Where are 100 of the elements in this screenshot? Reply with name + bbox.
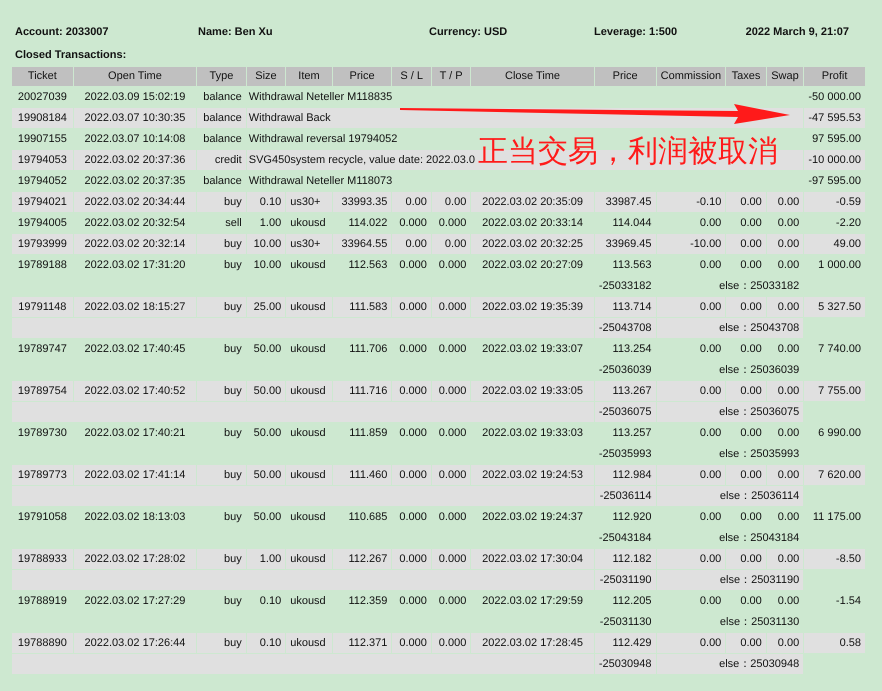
column-header: Item	[286, 67, 332, 86]
table-cell: -0.59	[836, 196, 861, 208]
column-header: Taxes	[726, 67, 766, 86]
table-cell: 0.00	[444, 196, 466, 208]
table-cell: 2022.03.02 20:32:14	[84, 238, 186, 250]
table-cell: 112.371	[348, 636, 388, 649]
table-cell: -50 000.00	[808, 90, 861, 103]
table-cell: 0.00	[778, 300, 800, 313]
column-header: Open Time	[74, 67, 196, 86]
table-cell: 0.00	[700, 636, 722, 649]
table-cell: 11 175.00	[812, 510, 861, 523]
table-cell: 0.00	[778, 468, 800, 481]
table-cell: 19789747	[18, 342, 67, 355]
account-label: Account: 2033007	[15, 25, 110, 40]
table-cell: 112.429	[612, 636, 652, 649]
column-header: Commission	[656, 67, 726, 86]
table-cell: buy	[224, 196, 242, 208]
table-cell: buy	[224, 384, 242, 397]
table-cell: 2022.03.02 17:26:44	[84, 636, 186, 649]
table-cell: ukousd	[290, 510, 326, 523]
table-cell: 0.00	[778, 552, 800, 565]
table-cell: 0.00	[778, 636, 800, 649]
table-cell: 0.00	[740, 216, 762, 229]
table-cell: 0.00	[700, 216, 722, 229]
table-cell: 2022.03.09 15:02:19	[84, 90, 186, 103]
table-cell: 0.00	[700, 342, 722, 355]
table-cell: 19789754	[18, 384, 67, 397]
table-cell: else：25031130	[720, 616, 800, 628]
column-header: Ticket	[12, 67, 73, 86]
table-cell: ukousd	[290, 384, 326, 397]
table-cell: 7 755.00	[818, 384, 861, 397]
table-cell: 0.00	[740, 258, 762, 271]
table-cell: 0.00	[778, 426, 800, 439]
table-cell: 1.00	[260, 216, 282, 229]
table-cell: 97 595.00	[812, 132, 861, 145]
table-cell: 0.00	[740, 196, 762, 208]
table-cell: 112.920	[612, 510, 652, 523]
table-cell: 111.460	[349, 468, 388, 481]
table-cell: 0.00	[778, 238, 800, 250]
table-cell: 112.984	[612, 468, 652, 481]
column-header: Price	[594, 67, 656, 86]
table-cell: -25043184	[598, 532, 652, 544]
table-cell: 2022.03.02 20:37:35	[84, 174, 186, 187]
table-cell: 19794053	[18, 154, 67, 166]
table-cell: 111.706	[349, 342, 388, 355]
table-cell: 0.000	[438, 258, 466, 271]
table-cell: 0.000	[438, 510, 466, 523]
table-cell: 113.267	[612, 384, 652, 397]
table-cell: 33964.55	[342, 238, 388, 250]
table-cell: 6 990.00	[818, 426, 861, 439]
column-header: Swap	[766, 67, 804, 86]
table-cell: 0.00	[740, 384, 762, 397]
column-header: Price	[332, 67, 392, 86]
table-cell: buy	[224, 636, 242, 649]
table-cell: ukousd	[290, 300, 326, 313]
table-cell: -25031130	[600, 616, 652, 628]
table-cell: 112.267	[348, 552, 388, 565]
table-cell: 0.000	[438, 552, 466, 565]
table-cell: 0.000	[399, 468, 427, 481]
column-header: Type	[197, 67, 246, 86]
table-cell: 0.000	[399, 300, 427, 313]
table-cell: 33993.35	[342, 196, 388, 208]
table-cell: 2022.03.02 17:40:52	[84, 384, 186, 397]
table-cell: 0.000	[399, 594, 427, 607]
column-header: T / P	[432, 67, 470, 86]
table-cell: -25033182	[598, 280, 652, 292]
table-cell: 2022.03.02 17:30:04	[482, 552, 584, 565]
table-cell: buy	[224, 468, 242, 481]
table-cell: 19793999	[18, 238, 67, 250]
table-cell: ukousd	[290, 468, 326, 481]
table-cell: 0.000	[399, 552, 427, 565]
table-cell: 0.00	[778, 384, 800, 397]
table-cell: ukousd	[290, 426, 326, 439]
table-cell: -25031190	[600, 574, 652, 586]
table-cell: 19788890	[18, 636, 67, 649]
table-cell: 0.00	[700, 300, 722, 313]
table-cell: 0.00	[700, 384, 722, 397]
table-cell: 0.00	[444, 238, 466, 250]
table-cell: 0.00	[740, 552, 762, 565]
table-cell: ukousd	[290, 216, 326, 229]
table-cell: 19791058	[18, 510, 67, 523]
table-cell: buy	[224, 510, 242, 523]
table-cell: 0.00	[740, 636, 762, 649]
column-header: S / L	[392, 67, 431, 86]
table-cell: 113.257	[612, 426, 652, 439]
table-cell: else：25033182	[719, 280, 800, 292]
table-cell: ukousd	[290, 636, 326, 649]
table-cell: buy	[224, 238, 242, 250]
table-cell: 0.00	[778, 594, 800, 607]
table-cell: 1.00	[260, 552, 282, 565]
table-cell: 0.10	[260, 636, 282, 649]
table-cell: 0.00	[700, 510, 722, 523]
table-cell: 19908184	[18, 112, 67, 124]
table-cell: -25043708	[598, 322, 652, 334]
table-cell: 0.000	[438, 300, 466, 313]
table-cell: 113.714	[612, 300, 652, 313]
table-cell: 2022.03.07 10:30:35	[84, 112, 186, 124]
table-cell: 50.00	[254, 510, 282, 523]
table-cell: 2022.03.02 17:40:21	[84, 426, 186, 439]
table-cell: 2022.03.02 19:24:37	[482, 510, 584, 523]
